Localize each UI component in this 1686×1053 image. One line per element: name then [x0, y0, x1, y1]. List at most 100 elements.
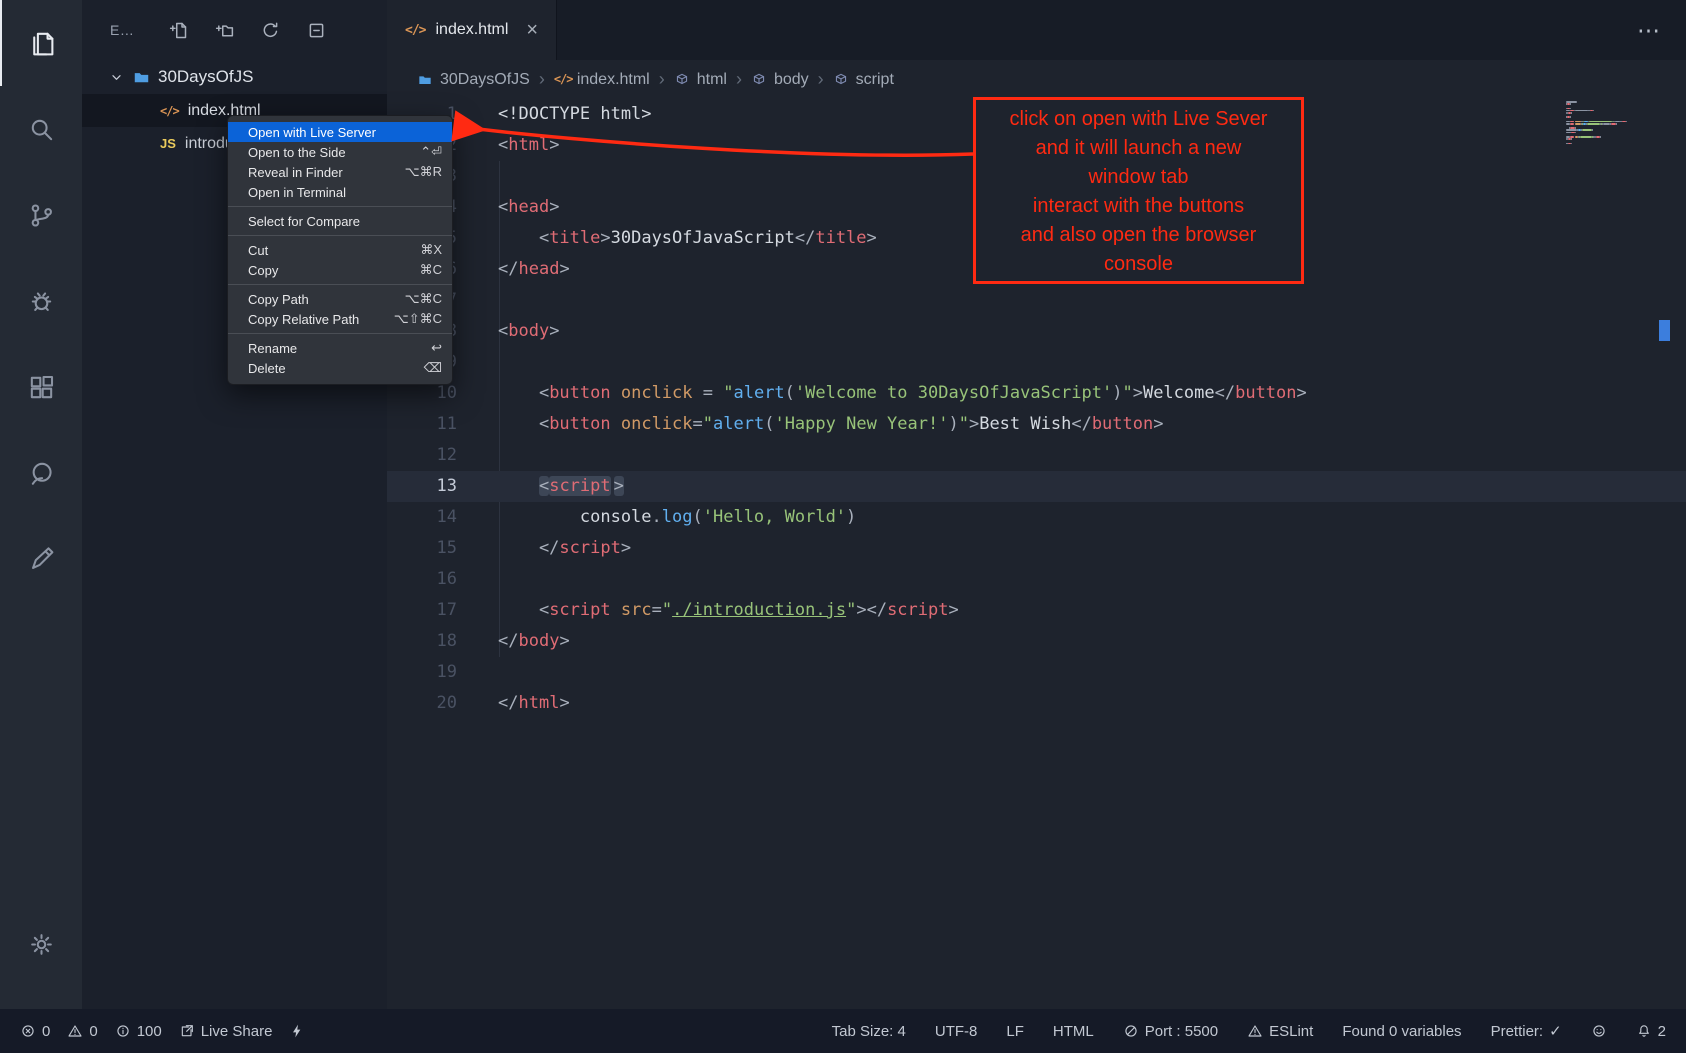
lightning-icon: [289, 1023, 305, 1039]
menu-item-reveal-in-finder[interactable]: Reveal in Finder⌥⌘R: [228, 162, 452, 182]
code-token: [611, 600, 621, 620]
code-line[interactable]: 7: [387, 285, 1686, 316]
extensions-icon[interactable]: [0, 344, 82, 430]
code-line[interactable]: 20</html>: [387, 688, 1686, 719]
status-item-port-5500[interactable]: Port : 5500: [1123, 1023, 1218, 1040]
source-control-icon[interactable]: [0, 172, 82, 258]
code-line[interactable]: 9: [387, 347, 1686, 378]
status-label: ESLint: [1269, 1023, 1313, 1040]
code-token: button: [549, 383, 610, 403]
breadcrumb-item-html[interactable]: html: [674, 71, 727, 89]
breadcrumb-item-script[interactable]: script: [833, 71, 894, 89]
tab-index-html[interactable]: </> index.html ×: [387, 0, 557, 60]
menu-item-copy[interactable]: Copy⌘C: [228, 260, 452, 280]
status-item-0[interactable]: 0: [67, 1023, 97, 1040]
code-line[interactable]: 15 </script>: [387, 533, 1686, 564]
menu-item-label: Rename: [248, 341, 419, 356]
html-file-icon: </>: [160, 104, 179, 118]
status-label: 2: [1658, 1023, 1666, 1040]
eslint-warning-icon: [1247, 1023, 1263, 1039]
settings-gear-icon[interactable]: [0, 901, 82, 1009]
chevron-right-icon: ›: [650, 69, 674, 90]
code-token: =: [693, 414, 703, 434]
menu-item-open-in-terminal[interactable]: Open in Terminal: [228, 182, 452, 202]
status-label: Port : 5500: [1145, 1023, 1218, 1040]
code-line[interactable]: 18</body>: [387, 626, 1686, 657]
breadcrumb-item-index.html[interactable]: </>index.html: [554, 71, 650, 89]
menu-item-rename[interactable]: Rename↩: [228, 338, 452, 358]
menu-item-open-to-the-side[interactable]: Open to the Side⌃⏎: [228, 142, 452, 162]
status-item-found-0-variables[interactable]: Found 0 variables: [1342, 1023, 1461, 1040]
breadcrumb-label: body: [774, 71, 809, 89]
refresh-icon[interactable]: [260, 20, 281, 41]
menu-item-label: Reveal in Finder: [248, 165, 393, 180]
code-line[interactable]: 8<body>: [387, 316, 1686, 347]
status-item-utf-8[interactable]: UTF-8: [935, 1023, 978, 1040]
status-label: 100: [137, 1023, 162, 1040]
minimap[interactable]: [1566, 101, 1658, 145]
status-item-html[interactable]: HTML: [1053, 1023, 1094, 1040]
code-token: ./introduction.js: [672, 600, 846, 620]
code-line[interactable]: 17 <script src="./introduction.js"></scr…: [387, 595, 1686, 626]
code-line[interactable]: 13 <script>: [387, 471, 1686, 502]
status-item-lightning-icon[interactable]: [289, 1023, 305, 1039]
status-item-tab-size-4[interactable]: Tab Size: 4: [832, 1023, 906, 1040]
menu-item-copy-relative-path[interactable]: Copy Relative Path⌥⇧⌘C: [228, 309, 452, 329]
status-item-100[interactable]: 100: [115, 1023, 162, 1040]
status-item-eslint[interactable]: ESLint: [1247, 1023, 1313, 1040]
menu-item-select-for-compare[interactable]: Select for Compare: [228, 211, 452, 231]
chevron-down-icon[interactable]: [108, 69, 125, 86]
status-item-prettier-[interactable]: Prettier:✓: [1491, 1022, 1562, 1040]
code-line[interactable]: 10 <button onclick = "alert('Welcome to …: [387, 378, 1686, 409]
status-right: Tab Size: 4 UTF-8 LF HTML Port : 5500 ESLint F…: [832, 1022, 1666, 1040]
breadcrumb: 30DaysOfJS›</>index.html›html›body›scrip…: [387, 60, 1686, 99]
debug-icon[interactable]: [0, 258, 82, 344]
folder-root-30DaysOfJS[interactable]: 30DaysOfJS: [82, 60, 387, 94]
code-token: ): [1112, 383, 1122, 403]
code-token: head: [508, 197, 549, 217]
split-editor-icon[interactable]: [1585, 19, 1607, 41]
breadcrumb-item-30DaysOfJS[interactable]: 30DaysOfJS: [417, 71, 530, 89]
collapse-folders-icon[interactable]: [306, 20, 327, 41]
status-item-lf[interactable]: LF: [1006, 1023, 1024, 1040]
html-file-icon: </>: [554, 72, 570, 88]
status-item-live-share[interactable]: Live Share: [179, 1023, 273, 1040]
status-bar: 0 0 100 Live Share Tab Size: 4 UTF-8 LF HTML Po…: [0, 1009, 1686, 1053]
feedback-pen-icon[interactable]: [0, 516, 82, 602]
breadcrumb-item-body[interactable]: body: [751, 71, 809, 89]
menu-item-shortcut: ⌥⌘C: [405, 291, 442, 307]
menu-item-shortcut: ⌘X: [420, 242, 442, 258]
overview-ruler-marker[interactable]: [1659, 320, 1670, 341]
code-token: .: [652, 507, 662, 527]
code-token: =: [652, 600, 662, 620]
status-item-0[interactable]: 0: [20, 1023, 50, 1040]
menu-item-label: Copy: [248, 263, 408, 278]
code-line[interactable]: 14 console.log('Hello, World'): [387, 502, 1686, 533]
code-token: Welcome: [1143, 383, 1215, 403]
menu-item-label: Open to the Side: [248, 145, 408, 160]
code-line[interactable]: 12: [387, 440, 1686, 471]
code-token: html: [508, 135, 549, 155]
close-icon[interactable]: ×: [526, 20, 538, 40]
status-label: 0: [89, 1023, 97, 1040]
code-line[interactable]: 11 <button onclick="alert('Happy New Yea…: [387, 409, 1686, 440]
new-file-icon[interactable]: [168, 20, 189, 41]
live-share-icon[interactable]: [0, 430, 82, 516]
status-item-2[interactable]: 2: [1636, 1023, 1666, 1040]
code-line[interactable]: 16: [387, 564, 1686, 595]
more-actions-icon[interactable]: ⋯: [1637, 25, 1660, 35]
menu-item-copy-path[interactable]: Copy Path⌥⌘C: [228, 289, 452, 309]
menu-item-cut[interactable]: Cut⌘X: [228, 240, 452, 260]
folder-icon: [417, 72, 433, 88]
line-number: 15: [387, 533, 457, 564]
menu-item-open-with-live-server[interactable]: Open with Live Server: [228, 122, 452, 142]
context-menu: Open with Live ServerOpen to the Side⌃⏎R…: [227, 115, 453, 385]
code-token: (: [693, 507, 703, 527]
menu-item-delete[interactable]: Delete⌫: [228, 358, 452, 378]
search-icon[interactable]: [0, 86, 82, 172]
status-item-smiley-icon[interactable]: [1591, 1023, 1607, 1039]
explorer-icon[interactable]: [0, 0, 82, 86]
code-line[interactable]: 19: [387, 657, 1686, 688]
new-folder-icon[interactable]: [214, 20, 235, 41]
code-token: script: [549, 476, 610, 496]
